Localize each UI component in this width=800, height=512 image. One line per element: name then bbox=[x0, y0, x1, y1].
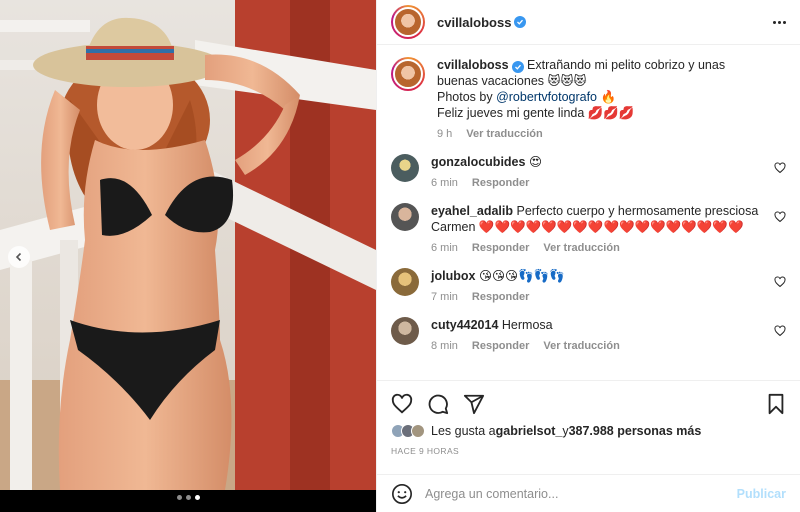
caption-meta: 9 h Ver traducción bbox=[437, 128, 786, 140]
like-comment-heart-icon[interactable] bbox=[774, 276, 786, 288]
comment-avatar[interactable] bbox=[391, 154, 419, 182]
comment-body: 😘😘😘👣👣👣 bbox=[478, 269, 565, 283]
verified-badge-icon bbox=[511, 61, 524, 73]
likes-summary: Les gusta a gabrielsot_ y 387.988 person… bbox=[391, 424, 786, 438]
translate-link[interactable]: Ver traducción bbox=[543, 242, 619, 254]
author-username[interactable]: cvillaloboss bbox=[437, 15, 511, 30]
translate-link[interactable]: Ver traducción bbox=[543, 340, 619, 352]
reply-button[interactable]: Responder bbox=[472, 291, 529, 303]
photo-illustration bbox=[0, 0, 376, 490]
comment-time[interactable]: 6 min bbox=[431, 177, 458, 189]
comment-time[interactable]: 7 min bbox=[431, 291, 458, 303]
share-send-icon[interactable] bbox=[463, 393, 485, 415]
comment-text: jolubox 😘😘😘👣👣👣 bbox=[431, 268, 589, 284]
media-letterbox bbox=[0, 490, 376, 512]
reply-button[interactable]: Responder bbox=[472, 340, 529, 352]
carousel-dot bbox=[176, 495, 182, 500]
carousel-dot-active bbox=[194, 495, 200, 500]
caption-photos-emoji: 🔥 bbox=[597, 90, 617, 104]
comment-item: eyahel_adalib Perfecto cuerpo y hermosam… bbox=[391, 203, 786, 254]
carousel-prev-button[interactable] bbox=[8, 246, 30, 268]
comment-time[interactable]: 8 min bbox=[431, 340, 458, 352]
chevron-left-icon bbox=[15, 252, 22, 262]
caption-text: cvillaloboss Extrañando mi pelito cobriz… bbox=[437, 57, 786, 121]
like-comment-heart-icon[interactable] bbox=[774, 162, 786, 174]
comment-avatar[interactable] bbox=[391, 268, 419, 296]
like-comment-heart-icon[interactable] bbox=[774, 211, 786, 223]
publish-button[interactable]: Publicar bbox=[737, 487, 786, 501]
comment-text: gonzalocubides 😍 bbox=[431, 154, 566, 170]
reply-button[interactable]: Responder bbox=[472, 242, 529, 254]
caption-translate-link[interactable]: Ver traducción bbox=[466, 128, 542, 140]
caption-time[interactable]: 9 h bbox=[437, 128, 452, 140]
comment-meta: 6 min Responder Ver traducción bbox=[431, 242, 786, 254]
instagram-post-modal: cvillaloboss cvillaloboss Extrañando mi … bbox=[0, 0, 800, 512]
comment-input[interactable] bbox=[425, 486, 725, 501]
caption-avatar[interactable] bbox=[391, 57, 425, 91]
emoji-icon[interactable] bbox=[391, 483, 413, 505]
more-options-icon[interactable] bbox=[773, 20, 786, 24]
comment-avatar[interactable] bbox=[391, 203, 419, 231]
comment-text: cuty442014 Hermosa bbox=[431, 317, 620, 333]
action-icons bbox=[391, 391, 786, 417]
reply-button[interactable]: Responder bbox=[472, 177, 529, 189]
caption-line-3: Feliz jueves mi gente linda 💋💋💋 bbox=[437, 106, 635, 120]
caption-username[interactable]: cvillaloboss bbox=[437, 58, 509, 72]
caption: cvillaloboss Extrañando mi pelito cobriz… bbox=[391, 57, 786, 140]
comment-time[interactable]: 6 min bbox=[431, 242, 458, 254]
carousel-indicator bbox=[0, 495, 376, 500]
likes-prefix: Les gusta a bbox=[431, 424, 496, 438]
comment-meta: 6 min Responder bbox=[431, 177, 566, 189]
post-photo bbox=[0, 0, 376, 490]
comment-text: eyahel_adalib Perfecto cuerpo y hermosam… bbox=[431, 203, 786, 235]
save-bookmark-icon[interactable] bbox=[766, 393, 786, 415]
post-actions: Les gusta a gabrielsot_ y 387.988 person… bbox=[377, 380, 800, 474]
comment-username[interactable]: cuty442014 bbox=[431, 318, 498, 332]
comment-avatar[interactable] bbox=[391, 317, 419, 345]
like-heart-icon[interactable] bbox=[391, 393, 413, 415]
post-media bbox=[0, 0, 376, 512]
comment-meta: 7 min Responder bbox=[431, 291, 589, 303]
comment-username[interactable]: jolubox bbox=[431, 269, 475, 283]
caption-mention[interactable]: @robertvfotografo bbox=[496, 90, 597, 104]
comment-item: jolubox 😘😘😘👣👣👣 7 min Responder bbox=[391, 268, 786, 303]
comment-body: Hermosa bbox=[501, 318, 553, 332]
likers-avatars[interactable] bbox=[391, 424, 425, 438]
comment-username[interactable]: gonzalocubides bbox=[431, 155, 525, 169]
post-side-panel: cvillaloboss cvillaloboss Extrañando mi … bbox=[376, 0, 800, 512]
comments-list: cvillaloboss Extrañando mi pelito cobriz… bbox=[377, 45, 800, 380]
comment-username[interactable]: eyahel_adalib bbox=[431, 204, 513, 218]
add-comment-bar: Publicar bbox=[377, 474, 800, 512]
like-comment-heart-icon[interactable] bbox=[774, 325, 786, 337]
post-timestamp[interactable]: Hace 9 horas bbox=[391, 446, 786, 456]
comment-meta: 8 min Responder Ver traducción bbox=[431, 340, 620, 352]
caption-photos-prefix: Photos by bbox=[437, 90, 497, 104]
comment-item: cuty442014 Hermosa 8 min Responder Ver t… bbox=[391, 317, 786, 352]
post-header: cvillaloboss bbox=[377, 0, 800, 45]
author-avatar[interactable] bbox=[391, 5, 425, 39]
verified-badge-icon bbox=[514, 16, 527, 28]
comment-bubble-icon[interactable] bbox=[427, 393, 449, 415]
carousel-dot bbox=[185, 495, 191, 500]
comment-item: gonzalocubides 😍 6 min Responder bbox=[391, 154, 786, 189]
likes-count[interactable]: 387.988 personas más bbox=[569, 424, 702, 438]
likes-user[interactable]: gabrielsot_ bbox=[496, 424, 563, 438]
comment-body: 😍 bbox=[528, 155, 542, 169]
